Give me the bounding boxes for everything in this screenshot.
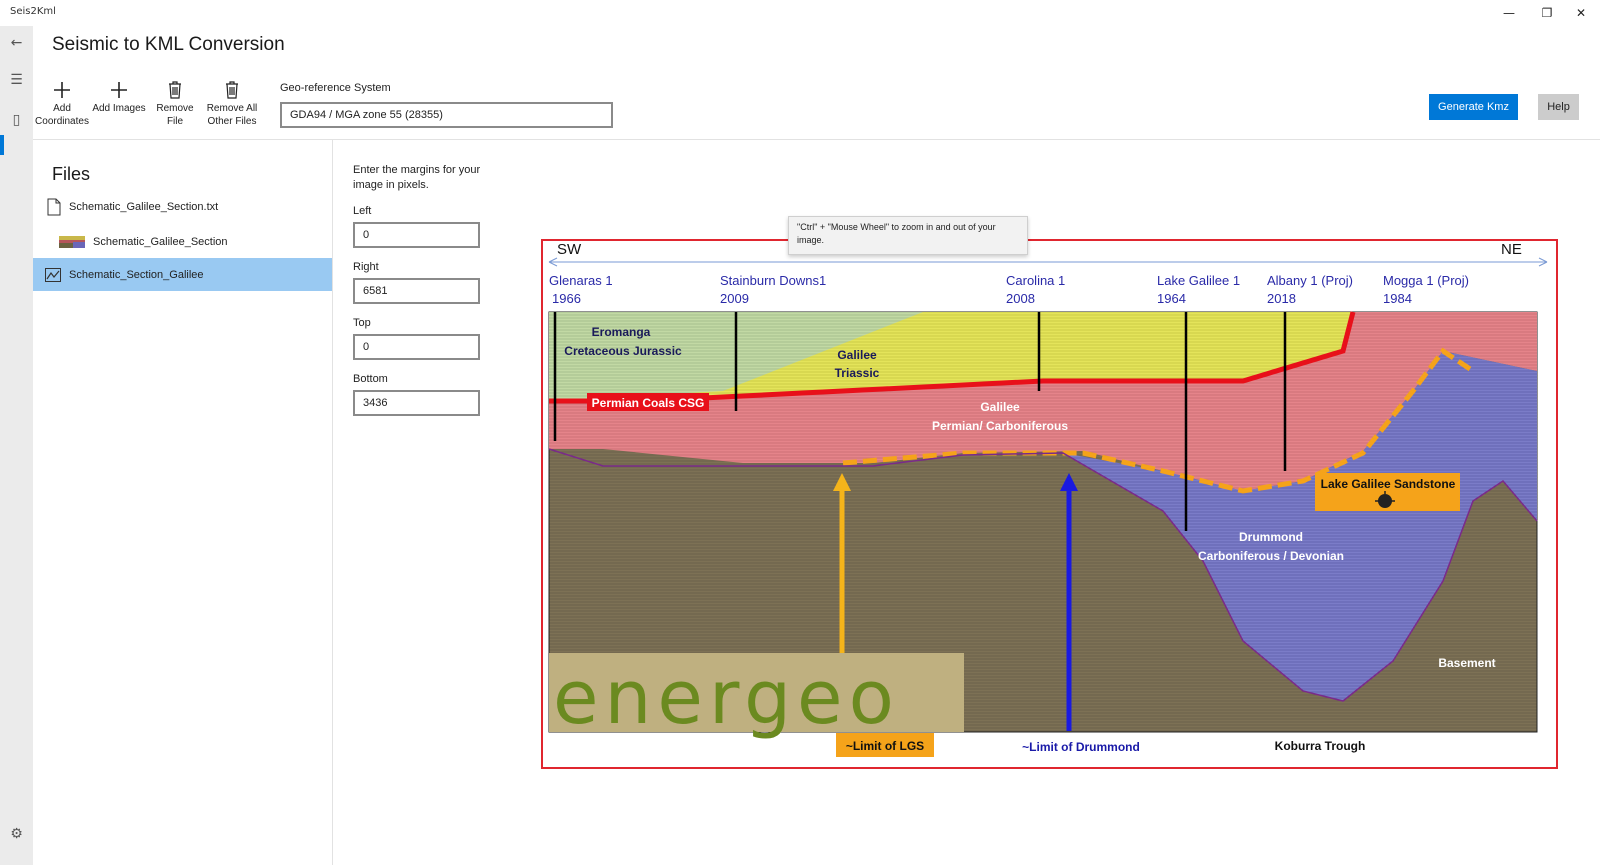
file-item-txt[interactable]: Schematic_Galilee_Section.txt xyxy=(33,190,332,223)
trash-icon xyxy=(147,80,203,102)
geo-reference-input[interactable]: GDA94 / MGA zone 55 (28355) xyxy=(280,102,613,128)
well-year: 1984 xyxy=(1383,291,1412,306)
plus-icon xyxy=(90,80,148,102)
add-coordinates-label: Add Coordinates xyxy=(35,103,89,127)
koburra-trough-label: Koburra Trough xyxy=(1275,739,1366,753)
files-title: Files xyxy=(52,164,91,184)
app-window: Seis2Kml — ❐ ✕ ← ☰ ▯ ⚙ Seismic to KML Co… xyxy=(0,0,1600,865)
galilee-permian-label-2: Permian/ Carboniferous xyxy=(932,419,1068,433)
right-margin-label: Right xyxy=(353,261,379,273)
bottom-margin-label: Bottom xyxy=(353,373,388,385)
file-item-section-selected[interactable]: Schematic_Section_Galilee xyxy=(33,258,332,291)
well-name: Lake Galilee 1 xyxy=(1157,273,1240,288)
help-button[interactable]: Help xyxy=(1538,94,1579,120)
well-name: Mogga 1 (Proj) xyxy=(1383,273,1469,288)
selection-indicator xyxy=(0,135,4,155)
galilee-permian-label-1: Galilee xyxy=(980,400,1020,414)
settings-gear-icon[interactable]: ⚙ xyxy=(0,817,33,850)
file-item-image[interactable]: Schematic_Galilee_Section xyxy=(33,225,332,258)
ne-label: NE xyxy=(1501,241,1522,258)
app-name: Seis2Kml xyxy=(10,6,56,17)
close-button[interactable]: ✕ xyxy=(1562,0,1600,26)
trash-icon xyxy=(204,80,260,102)
drummond-label-2: Carboniferous / Devonian xyxy=(1198,549,1344,563)
hamburger-menu-icon[interactable]: ☰ xyxy=(0,63,33,96)
galilee-triassic-label-1: Galilee xyxy=(837,348,877,362)
seismic-section-image: energeo Lake Galilee Sandstone ~Limit of… xyxy=(548,241,1548,757)
well-name: Stainburn Downs1 xyxy=(720,273,826,288)
text-file-icon xyxy=(47,198,61,216)
remove-all-button[interactable]: Remove All Other Files xyxy=(204,80,260,128)
left-margin-input[interactable]: 0 xyxy=(353,222,480,248)
remove-file-label: Remove File xyxy=(156,103,194,127)
header-divider xyxy=(33,139,1600,140)
cretaceous-jurassic-label: Cretaceous Jurassic xyxy=(564,344,682,358)
basement-label: Basement xyxy=(1438,656,1495,670)
energeo-logo: energeo xyxy=(553,655,900,741)
nav-rail: ← ☰ ▯ ⚙ xyxy=(0,26,33,865)
image-viewer[interactable]: energeo Lake Galilee Sandstone ~Limit of… xyxy=(541,239,1558,769)
remove-all-label: Remove All Other Files xyxy=(206,103,258,127)
generate-kmz-button[interactable]: Generate Kmz xyxy=(1429,94,1518,120)
galilee-triassic-label-2: Triassic xyxy=(835,366,880,380)
sw-label: SW xyxy=(557,241,582,258)
file-item-label: Schematic_Galilee_Section xyxy=(93,235,228,248)
add-images-label: Add Images xyxy=(92,103,146,114)
top-margin-label: Top xyxy=(353,317,371,329)
zoom-tooltip: "Ctrl" + "Mouse Wheel" to zoom in and ou… xyxy=(788,216,1028,255)
page-icon[interactable]: ▯ xyxy=(0,103,33,136)
file-item-label: Schematic_Section_Galilee xyxy=(69,268,204,281)
file-item-label: Schematic_Galilee_Section.txt xyxy=(69,200,219,213)
well-year: 2009 xyxy=(720,291,749,306)
geo-reference-label: Geo-reference System xyxy=(280,82,391,94)
page-title: Seismic to KML Conversion xyxy=(52,34,285,55)
title-bar: Seis2Kml — ❐ ✕ xyxy=(0,0,1600,26)
chart-icon xyxy=(45,267,61,282)
files-panel-divider xyxy=(332,140,333,865)
margins-description: Enter the margins for your image in pixe… xyxy=(353,164,481,191)
well-name: Albany 1 (Proj) xyxy=(1267,273,1353,288)
well-name: Carolina 1 xyxy=(1006,273,1065,288)
plus-icon xyxy=(34,80,90,102)
well-year: 1964 xyxy=(1157,291,1186,306)
well-name: Glenaras 1 xyxy=(549,273,613,288)
top-margin-input[interactable]: 0 xyxy=(353,334,480,360)
right-margin-input[interactable]: 6581 xyxy=(353,278,480,304)
limit-lgs-label: ~Limit of LGS xyxy=(846,739,924,753)
permian-coals-label: Permian Coals CSG xyxy=(592,396,705,410)
back-arrow-icon[interactable]: ← xyxy=(0,26,33,59)
well-year: 2018 xyxy=(1267,291,1296,306)
drummond-label-1: Drummond xyxy=(1239,530,1303,544)
add-images-button[interactable]: Add Images xyxy=(90,80,148,115)
left-margin-label: Left xyxy=(353,205,372,217)
well-year: 2008 xyxy=(1006,291,1035,306)
eromanga-label: Eromanga xyxy=(592,325,651,339)
add-coordinates-button[interactable]: Add Coordinates xyxy=(34,80,90,128)
well-year: 1966 xyxy=(552,291,581,306)
limit-drummond-label: ~Limit of Drummond xyxy=(1022,740,1140,754)
lgs-label: Lake Galilee Sandstone xyxy=(1321,477,1456,491)
bottom-margin-input[interactable]: 3436 xyxy=(353,390,480,416)
image-thumbnail-icon xyxy=(59,235,85,248)
remove-file-button[interactable]: Remove File xyxy=(147,80,203,128)
